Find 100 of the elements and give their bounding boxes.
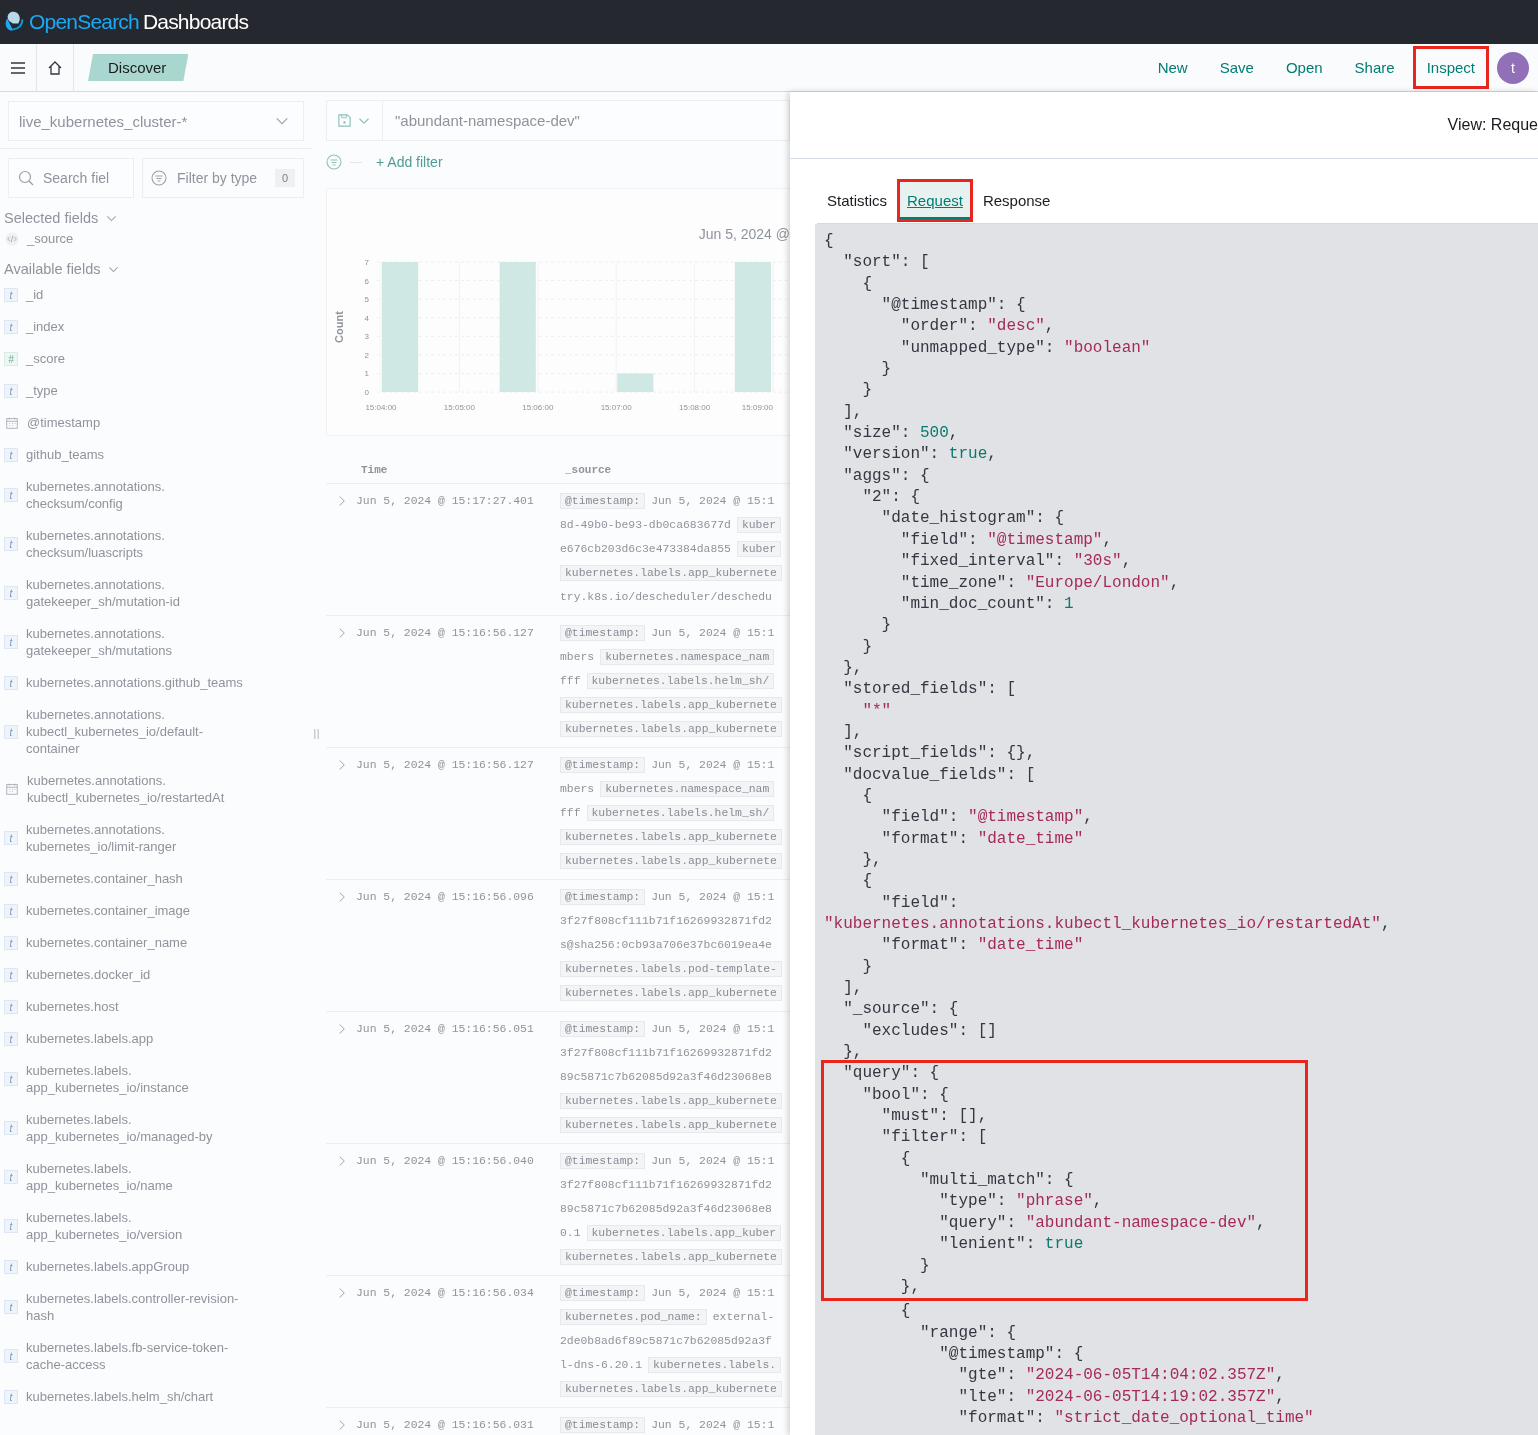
code-line: "query": "abundant-namespace-dev", (938, 1212, 1267, 1234)
field-name[interactable]: kubernetes.labels.helm_sh/chart (26, 1388, 256, 1405)
bar[interactable] (617, 373, 654, 392)
field-name[interactable]: kubernetes.labels.app_kubernetes_io/instance (26, 1062, 256, 1096)
field-name[interactable]: kubernetes.annotations.checksum/config (26, 478, 256, 512)
code-line: }, (861, 849, 883, 871)
field-chip: kubernetes.labels.app_kubernete (560, 1249, 782, 1265)
field-type-token: t (4, 935, 18, 950)
user-avatar[interactable]: t (1497, 51, 1529, 84)
code-line: "_source": { (842, 999, 960, 1021)
filter-icon (151, 170, 167, 186)
index-pattern-dropdown[interactable]: live_kubernetes_cluster-* (8, 101, 304, 141)
code-line: "field": "@timestamp", (899, 529, 1114, 551)
field-name[interactable]: kubernetes.annotations.gatekeeper_sh/mutations (26, 625, 256, 659)
field-name[interactable]: _id (26, 286, 256, 303)
tick-label: 15:08:00 (679, 403, 711, 412)
nav-link[interactable]: Save (1211, 55, 1262, 80)
field-chip: kubernetes.labels. (648, 1357, 782, 1373)
section-title[interactable]: Selected fields (4, 210, 99, 226)
field-name[interactable]: kubernetes.labels.controller-revision-hash (26, 1290, 256, 1324)
field-type-token: t (4, 383, 18, 398)
field-chip: kubernetes.labels.app_kubernete (560, 721, 782, 737)
field-name[interactable]: kubernetes.annotations.kubectl_kubernetes_io/restartedAt (27, 772, 257, 806)
field-name[interactable]: kubernetes.labels.app_kubernetes_io/managed-by (26, 1111, 256, 1145)
code-line: "field": "@timestamp", (880, 807, 1094, 829)
field-name[interactable]: kubernetes.annotations.github_teams (26, 674, 256, 691)
field-chip: kubernetes.labels.helm_sh/ (586, 673, 775, 689)
tick-label: 7 (364, 258, 369, 267)
tick-label: 6 (364, 276, 369, 286)
query-field[interactable]: "abundant-namespace-dev" (395, 112, 580, 129)
field-name[interactable]: kubernetes.labels.appGroup (26, 1258, 256, 1275)
field-chip: kubernetes.labels.app_kubernete (560, 565, 782, 581)
field-name[interactable]: kubernetes.labels.app_kubernetes_io/name (26, 1160, 256, 1194)
field-type-token: t (4, 488, 18, 502)
code-line: "*" (861, 700, 893, 722)
bar[interactable] (382, 262, 419, 392)
home-icon[interactable] (47, 59, 63, 76)
nav-link[interactable]: Share (1346, 55, 1403, 80)
field-type-token: t (4, 999, 18, 1014)
field-chip: @timestamp: (560, 1021, 646, 1037)
field-name[interactable]: kubernetes.container_name (26, 934, 256, 951)
field-type-token: t (4, 287, 18, 302)
field-name[interactable]: _score (26, 350, 256, 367)
nav-link[interactable]: Open (1277, 55, 1331, 80)
field-value: Jun 5, 2024 @ 15:1 (651, 1023, 775, 1035)
field-name[interactable]: kubernetes.annotations.gatekeeper_sh/mutation-id (26, 576, 256, 610)
field-name[interactable]: kubernetes.annotations.kubernetes_io/limit-ranger (26, 821, 256, 855)
field-name[interactable]: kubernetes.labels.fb-service-token-cache-access (26, 1339, 256, 1373)
code-line: "aggs": { (842, 465, 931, 487)
section-title[interactable]: Available fields (4, 261, 101, 277)
tab[interactable]: Statistics (820, 182, 894, 219)
code-line: } (919, 1255, 931, 1277)
field-name[interactable]: github_teams (26, 446, 256, 463)
field-name[interactable]: _type (26, 382, 256, 399)
column-header[interactable]: Time (361, 463, 565, 476)
field-chip: @timestamp: (560, 1153, 646, 1169)
code-line: { (861, 273, 873, 295)
field-name[interactable]: @timestamp (27, 414, 257, 431)
menu-icon[interactable] (10, 59, 26, 76)
field-value: e676cb203d6c3e473384da855 (560, 543, 731, 555)
field-name[interactable]: kubernetes.labels.app_kubernetes_io/version (26, 1209, 256, 1243)
code-line: ], (842, 721, 864, 743)
field-chip: @timestamp: (560, 757, 646, 773)
field-name[interactable]: _source (27, 230, 257, 247)
add-filter-link[interactable]: + Add filter (376, 154, 443, 170)
save-icon (337, 113, 352, 128)
tab[interactable]: Response (975, 182, 1058, 219)
code-line: } (861, 380, 873, 402)
tick-label: 15:06:00 (522, 403, 554, 412)
tab[interactable]: Request (900, 182, 970, 219)
field-name[interactable]: _index (26, 318, 256, 335)
view-dropdown[interactable]: View: Reque (1447, 116, 1538, 134)
tick-label: 3 (364, 332, 369, 342)
field-name[interactable]: kubernetes.host (26, 998, 256, 1015)
time-cell-text: Jun 5, 2024 @ 15:16:56.127 (356, 758, 535, 773)
breadcrumb[interactable]: Discover (88, 54, 189, 81)
field-type-token: t (4, 1300, 18, 1314)
field-value: fff (560, 807, 581, 819)
code-line: } (861, 956, 873, 978)
code-line: { (899, 1148, 912, 1170)
field-name[interactable]: kubernetes.annotations.checksum/luascripts (26, 527, 256, 561)
search-field[interactable]: Search fiel (8, 158, 134, 198)
field-name[interactable]: kubernetes.container_hash (26, 870, 256, 887)
filter-icon[interactable] (326, 154, 342, 170)
bar[interactable] (499, 262, 536, 392)
field-type-token: t (4, 967, 18, 982)
field-name[interactable]: kubernetes.labels.app (26, 1030, 256, 1047)
nav-link[interactable]: New (1149, 55, 1196, 80)
field-name[interactable]: kubernetes.container_image (26, 902, 256, 919)
filter-type-button[interactable]: Filter by type 0 (142, 158, 304, 198)
field-value: 3f27f808cf111b71f16269932871fd2 (560, 1179, 772, 1191)
field-name[interactable]: kubernetes.annotations.kubectl_kubernetes_io/default-container (26, 706, 256, 757)
bar[interactable] (734, 262, 771, 392)
resize-handle-icon[interactable] (313, 727, 319, 740)
field-name[interactable]: kubernetes.docker_id (26, 966, 256, 983)
field-value: 89c5871c7b62085d92a3f46d23068e8 (560, 1071, 772, 1083)
field-value: external- (712, 1311, 775, 1323)
column-header[interactable]: _source (565, 463, 612, 476)
field-type-token: t (4, 871, 18, 886)
nav-link[interactable]: Inspect (1418, 55, 1483, 80)
